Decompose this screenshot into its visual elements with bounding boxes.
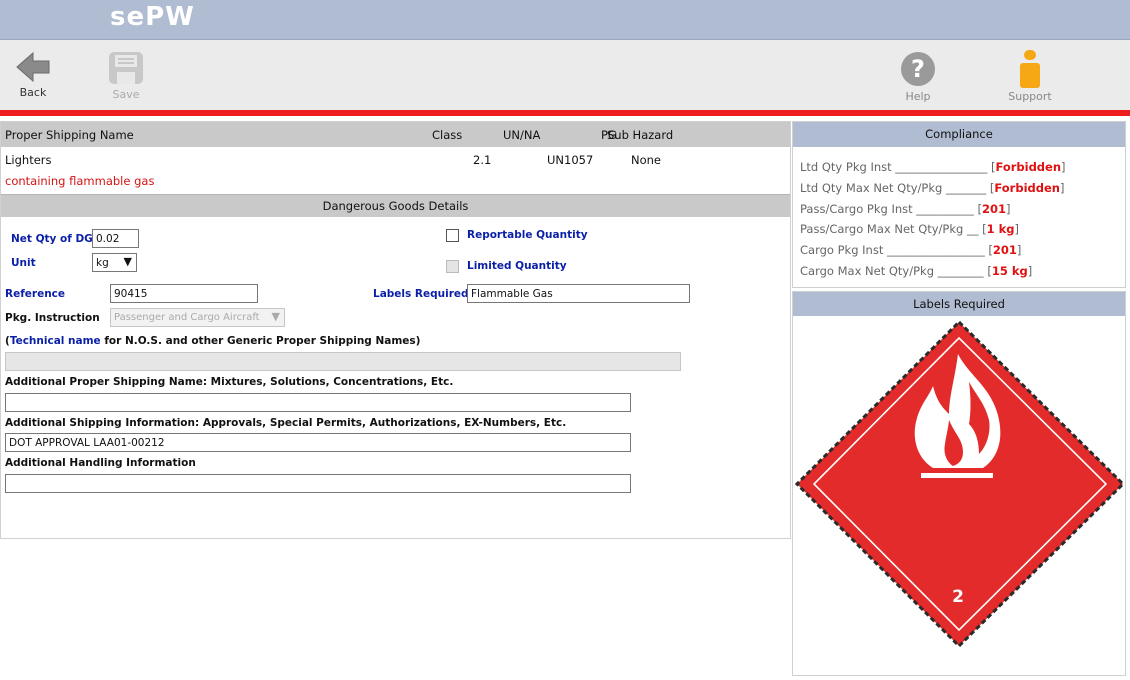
compliance-row-value: 1 kg — [986, 222, 1015, 236]
compliance-row-label: Cargo Max Net Qty/Pkg ________ — [800, 264, 984, 278]
sub-hazard-value: None — [631, 153, 662, 167]
app-logo: sePW — [110, 2, 195, 32]
reference-input[interactable]: 90415 — [110, 284, 258, 303]
compliance-panel: Compliance Ltd Qty Pkg Inst ____________… — [792, 121, 1126, 288]
technical-name-input[interactable] — [5, 352, 681, 371]
labels-required-panel: Labels Required 2 — [792, 291, 1126, 676]
psn-value: Lighters — [5, 153, 52, 167]
pkg-instruction-label: Pkg. Instruction — [5, 312, 100, 324]
addl-ship-info-label: Additional Shipping Information: Approva… — [5, 417, 567, 429]
svg-text:?: ? — [911, 55, 925, 83]
shipping-details-panel: Proper Shipping Name Class UN/NA PG Sub … — [0, 121, 791, 539]
help-label: Help — [905, 90, 931, 103]
limited-qty-label: Limited Quantity — [467, 260, 567, 272]
placard-class-number: 2 — [952, 587, 964, 607]
compliance-row: Cargo Max Net Qty/Pkg ________ [15 kg] — [800, 264, 1033, 278]
labels-required-input[interactable]: Flammable Gas — [467, 284, 690, 303]
top-banner: sePW — [0, 0, 1130, 40]
chevron-down-icon: ▼ — [271, 310, 280, 323]
psn-description: containing flammable gas — [5, 174, 155, 188]
unit-label: Unit — [11, 257, 36, 269]
floppy-disk-icon — [109, 52, 143, 84]
compliance-row-value: 15 kg — [991, 264, 1028, 278]
help-button[interactable]: ? Help — [893, 50, 943, 103]
unit-select[interactable]: kg ▼ — [92, 253, 137, 272]
addl-handling-input[interactable] — [5, 474, 631, 493]
col-header-class: Class — [432, 128, 463, 142]
toolbar: Back Save ? Help Support — [0, 40, 1130, 110]
reportable-qty-label: Reportable Quantity — [467, 229, 588, 241]
addl-psn-label: Additional Proper Shipping Name: Mixture… — [5, 376, 454, 388]
dg-details-header: Dangerous Goods Details — [1, 194, 790, 217]
limited-qty-checkbox[interactable] — [446, 260, 459, 273]
compliance-row-label: Cargo Pkg Inst _________________ — [800, 243, 985, 257]
flammable-gas-placard: 2 — [794, 319, 1125, 649]
support-button[interactable]: Support — [1005, 50, 1055, 103]
compliance-row-label: Ltd Qty Max Net Qty/Pkg _______ — [800, 181, 987, 195]
compliance-row-label: Pass/Cargo Max Net Qty/Pkg __ — [800, 222, 979, 236]
addl-ship-info-input[interactable]: DOT APPROVAL LAA01-00212 — [5, 433, 631, 452]
compliance-row: Cargo Pkg Inst _________________ [201] — [800, 243, 1022, 257]
compliance-header: Compliance — [793, 122, 1125, 147]
compliance-row: Pass/Cargo Pkg Inst __________ [201] — [800, 202, 1011, 216]
technical-name-rest: for N.O.S. and other Generic Proper Ship… — [100, 335, 421, 347]
compliance-row-value: Forbidden — [994, 181, 1060, 195]
net-qty-input[interactable]: 0.02 — [92, 229, 139, 248]
pkg-instruction-value: Passenger and Cargo Aircraft — [114, 312, 260, 323]
shipping-table-header: Proper Shipping Name Class UN/NA PG Sub … — [1, 122, 790, 147]
save-label: Save — [112, 88, 140, 101]
compliance-row: Ltd Qty Pkg Inst ________________ [Forbi… — [800, 160, 1066, 174]
back-label: Back — [19, 86, 47, 99]
col-header-sub-hazard: Sub Hazard — [607, 128, 674, 142]
help-question-icon: ? — [901, 52, 935, 86]
compliance-row-value: 201 — [992, 243, 1017, 257]
technical-name-link[interactable]: Technical name — [10, 335, 101, 347]
pkg-instruction-select[interactable]: Passenger and Cargo Aircraft ▼ — [110, 308, 285, 327]
toolbar-divider — [0, 110, 1130, 116]
support-label: Support — [1008, 90, 1052, 103]
reference-label: Reference — [5, 288, 66, 300]
labels-required-header: Labels Required — [793, 292, 1125, 316]
unit-select-value: kg — [96, 257, 109, 269]
addl-handling-label: Additional Handling Information — [5, 457, 196, 469]
labels-required-label: Labels Required — [373, 288, 469, 300]
col-header-psn: Proper Shipping Name — [5, 128, 134, 142]
compliance-row: Ltd Qty Max Net Qty/Pkg _______ [Forbidd… — [800, 181, 1065, 195]
compliance-row-value: Forbidden — [995, 160, 1062, 174]
col-header-un-na: UN/NA — [503, 128, 541, 142]
support-person-icon — [1020, 50, 1040, 88]
reportable-qty-checkbox[interactable] — [446, 229, 459, 242]
compliance-row-label: Ltd Qty Pkg Inst ________________ — [800, 160, 988, 174]
class-value: 2.1 — [473, 153, 492, 167]
addl-psn-input[interactable] — [5, 393, 631, 412]
back-button[interactable]: Back — [8, 50, 58, 99]
chevron-down-icon: ▼ — [123, 255, 132, 268]
save-button[interactable]: Save — [101, 50, 151, 101]
technical-name-label: (Technical name for N.O.S. and other Gen… — [5, 335, 420, 347]
net-qty-label: Net Qty of DG — [11, 233, 93, 245]
compliance-row: Pass/Cargo Max Net Qty/Pkg __ [1 kg] — [800, 222, 1020, 236]
un-na-value: UN1057 — [547, 153, 594, 167]
back-arrow-icon — [16, 51, 50, 83]
compliance-row-label: Pass/Cargo Pkg Inst __________ — [800, 202, 974, 216]
compliance-row-value: 201 — [981, 202, 1006, 216]
